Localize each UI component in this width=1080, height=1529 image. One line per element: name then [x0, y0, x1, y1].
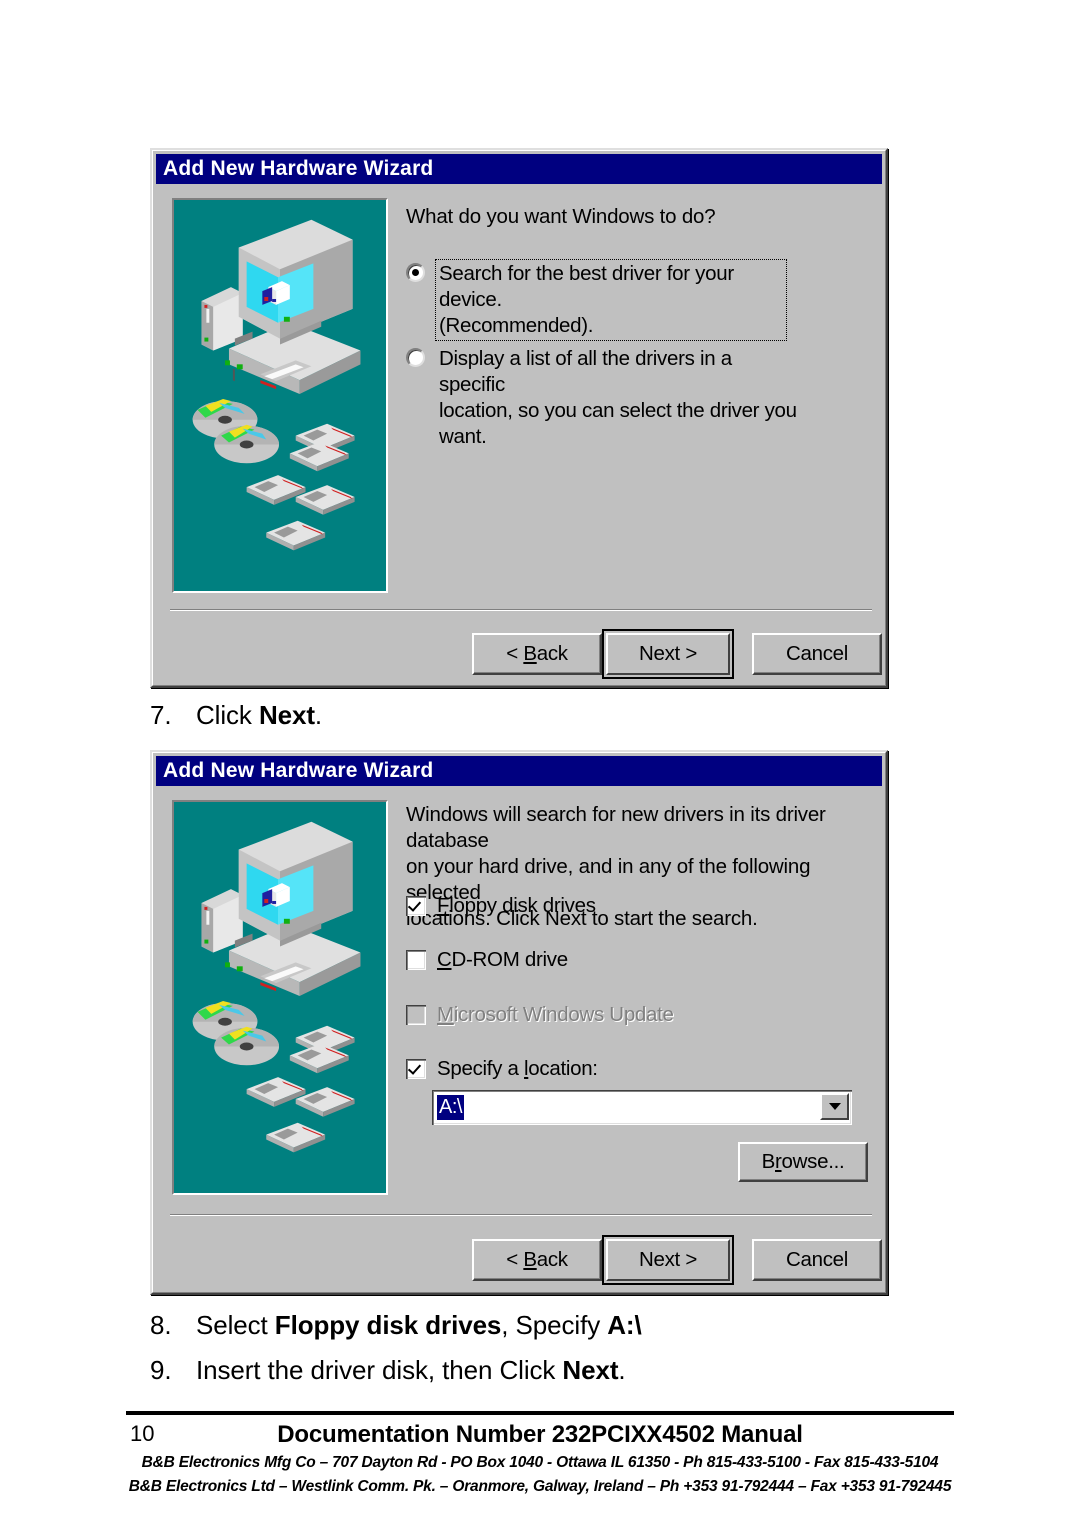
- dialog-2-titlebar: Add New Hardware Wizard: [156, 756, 882, 786]
- dialog-2-separator: [170, 1214, 872, 1216]
- add-new-hardware-wizard-dialog-1[interactable]: Add New Hardware Wizard What do you want…: [150, 148, 888, 688]
- radio-option-2-line2: location, so you can select the driver y…: [439, 399, 797, 448]
- step-9-number: 9.: [150, 1355, 172, 1385]
- checkbox-microsoft-windows-update: Microsoft Windows Update: [406, 1003, 674, 1027]
- footer-address-line-1: B&B Electronics Mfg Co – 707 Dayton Rd -…: [141, 1454, 939, 1471]
- next-button-label: Next >: [638, 642, 698, 665]
- step-9: 9. Insert the driver disk, then Click Nex…: [150, 1355, 626, 1386]
- checkbox-indicator-unchecked[interactable]: [406, 950, 426, 970]
- cancel-button-label: Cancel: [785, 642, 848, 665]
- step-8-bold-2: A:\: [607, 1310, 642, 1340]
- cancel-button-dialog-2[interactable]: Cancel: [752, 1239, 882, 1281]
- step-7-text-pre: Click: [196, 700, 259, 730]
- next-button-dialog-2[interactable]: Next >: [602, 1235, 734, 1285]
- location-combobox[interactable]: A:\: [432, 1090, 852, 1125]
- label-rest: icrosoft Windows Update: [453, 1003, 674, 1026]
- mnemonic-letter: M: [437, 1003, 454, 1026]
- cancel-button-label: Cancel: [785, 1248, 848, 1271]
- radio-option-1-line1: Search for the best driver for your devi…: [439, 262, 734, 311]
- computer-cds-floppies-icon: [174, 802, 386, 1193]
- back-button-dialog-1[interactable]: < Back: [472, 633, 602, 675]
- radio-search-best-driver[interactable]: Search for the best driver for your devi…: [406, 259, 787, 341]
- step-8-bold-1: Floppy disk drives: [274, 1310, 502, 1340]
- computer-cds-floppies-icon: [174, 200, 386, 591]
- next-button-dialog-1[interactable]: Next >: [602, 629, 734, 679]
- back-button-label: < Back: [506, 642, 568, 665]
- step-7-text-bold: Next: [258, 700, 315, 730]
- dialog-2-prompt-line-1: Windows will search for new drivers in i…: [406, 803, 826, 852]
- step-8-number: 8.: [150, 1310, 172, 1340]
- step-8-text-2: , Specify: [501, 1310, 608, 1340]
- next-button-label: Next >: [638, 1248, 698, 1271]
- back-button-dialog-2[interactable]: < Back: [472, 1239, 602, 1281]
- dialog-1-prompt: What do you want Windows to do?: [406, 205, 716, 228]
- step-8-text-1: Select: [196, 1310, 275, 1340]
- radio-indicator-selected[interactable]: [406, 263, 425, 282]
- dialog-1-illustration-frame: [172, 198, 388, 593]
- checkbox-cd-rom-drive-label: CD-ROM drive: [437, 948, 568, 972]
- step-7: 7. Click Next.: [150, 700, 322, 731]
- label-rest: loppy disk drives: [449, 894, 596, 917]
- chevron-down-icon[interactable]: [820, 1093, 849, 1120]
- footer-divider: [126, 1411, 954, 1415]
- dialog-2-illustration-frame: [172, 800, 388, 1195]
- radio-display-list-drivers[interactable]: Display a list of all the drivers in a s…: [406, 345, 806, 451]
- checkbox-floppy-disk-drives[interactable]: Floppy disk drives: [406, 894, 596, 918]
- checkbox-floppy-disk-drives-label: Floppy disk drives: [437, 894, 596, 918]
- checkbox-indicator-checked[interactable]: [406, 1059, 426, 1079]
- dialog-1-titlebar: Add New Hardware Wizard: [156, 154, 882, 184]
- checkbox-specify-a-location-label: Specify a location:: [437, 1057, 598, 1081]
- footer-address-line-2: B&B Electronics Ltd – Westlink Comm. Pk.…: [128, 1478, 952, 1495]
- checkbox-indicator-checked[interactable]: [406, 896, 426, 916]
- step-7-number: 7.: [150, 700, 172, 730]
- radio-search-best-driver-label: Search for the best driver for your devi…: [435, 259, 787, 341]
- radio-indicator-unselected[interactable]: [406, 348, 425, 367]
- dialog-1-separator: [170, 609, 872, 611]
- location-combobox-value: A:\: [437, 1095, 464, 1120]
- label-rest: D-ROM drive: [451, 948, 569, 971]
- footer-document-title: Documentation Number 232PCIXX4502 Manual: [277, 1421, 803, 1448]
- step-7-text-post: .: [314, 700, 323, 730]
- step-9-text-2: .: [618, 1355, 626, 1385]
- add-new-hardware-wizard-dialog-2[interactable]: Add New Hardware Wizard Windows will sea…: [150, 750, 888, 1295]
- checkbox-cd-rom-drive[interactable]: CD-ROM drive: [406, 948, 568, 972]
- radio-option-2-line1: Display a list of all the drivers in a s…: [439, 347, 732, 396]
- step-8: 8. Select Floppy disk drives, Specify A:\: [150, 1310, 642, 1341]
- label-pre: Specify a: [437, 1057, 525, 1080]
- label-rest: ocation:: [528, 1057, 598, 1080]
- cancel-button-dialog-1[interactable]: Cancel: [752, 633, 882, 675]
- back-button-label: < Back: [506, 1248, 568, 1271]
- radio-option-1-line2: (Recommended).: [439, 314, 594, 337]
- browse-button[interactable]: Browse...: [738, 1142, 868, 1182]
- mnemonic-letter: C: [437, 948, 452, 971]
- step-9-text-1: Insert the driver disk, then Click: [196, 1355, 563, 1385]
- checkbox-specify-a-location[interactable]: Specify a location:: [406, 1057, 598, 1081]
- mnemonic-letter: F: [437, 894, 450, 917]
- radio-display-list-drivers-label: Display a list of all the drivers in a s…: [436, 345, 806, 451]
- checkbox-microsoft-windows-update-label: Microsoft Windows Update: [437, 1003, 674, 1027]
- step-9-bold-1: Next: [562, 1355, 619, 1385]
- browse-button-label: Browse...: [761, 1150, 845, 1173]
- checkbox-indicator-disabled: [406, 1005, 426, 1025]
